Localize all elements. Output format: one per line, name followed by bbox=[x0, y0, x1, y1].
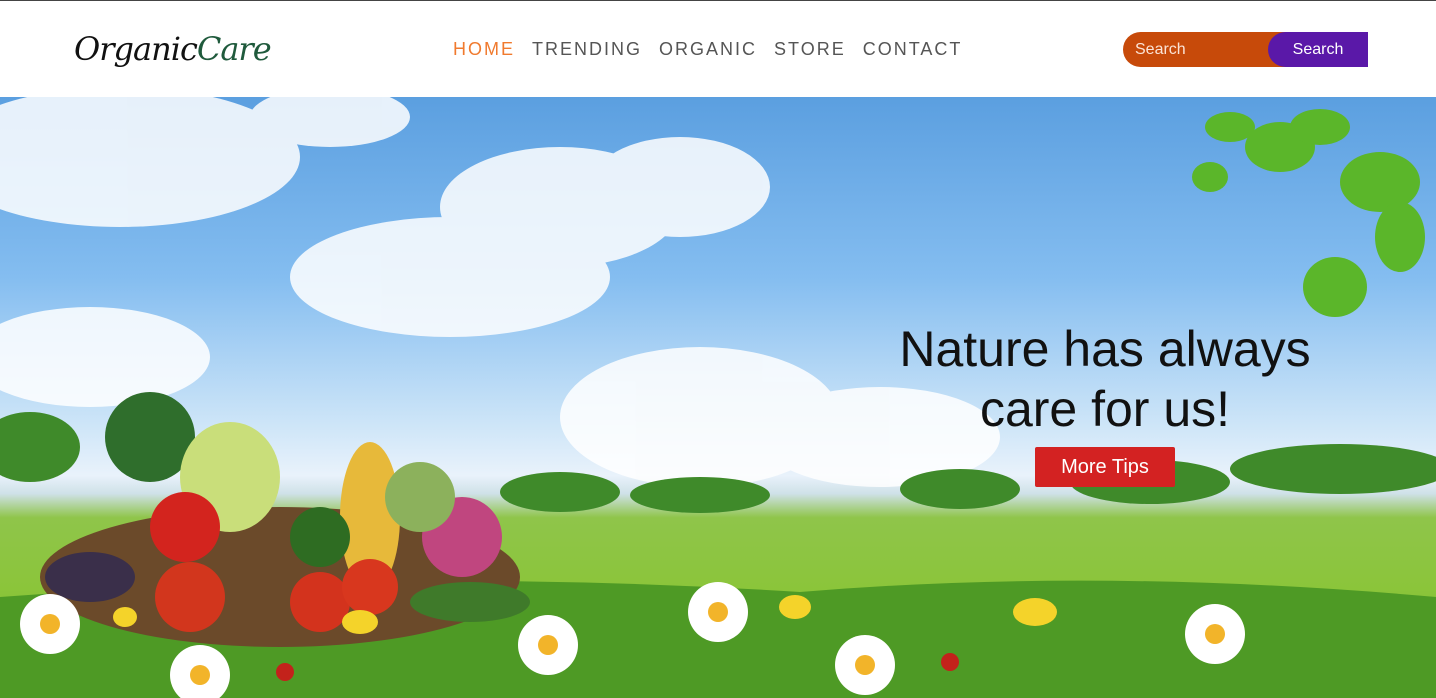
site-header: OrganicCare HOME TRENDING ORGANIC STORE … bbox=[0, 1, 1436, 97]
hero-headline-line1: Nature has always bbox=[899, 321, 1311, 377]
logo-part-care: Care bbox=[196, 30, 272, 68]
search-button[interactable]: Search bbox=[1268, 32, 1368, 67]
site-logo[interactable]: OrganicCare bbox=[74, 25, 272, 73]
logo-part-organic: Organic bbox=[74, 30, 198, 68]
hero-headline: Nature has always care for us! bbox=[860, 319, 1350, 439]
nav-trending[interactable]: TRENDING bbox=[532, 37, 642, 61]
nav-contact[interactable]: CONTACT bbox=[863, 37, 963, 61]
hero-headline-line2: care for us! bbox=[979, 381, 1231, 437]
more-tips-button[interactable]: More Tips bbox=[1035, 447, 1175, 487]
nav-organic[interactable]: ORGANIC bbox=[659, 37, 757, 61]
main-nav: HOME TRENDING ORGANIC STORE CONTACT bbox=[453, 37, 979, 61]
search-form: Search bbox=[1123, 32, 1368, 67]
nav-store[interactable]: STORE bbox=[774, 37, 846, 61]
hero-banner: Nature has always care for us! More Tips bbox=[0, 97, 1436, 698]
nav-home[interactable]: HOME bbox=[453, 37, 515, 61]
